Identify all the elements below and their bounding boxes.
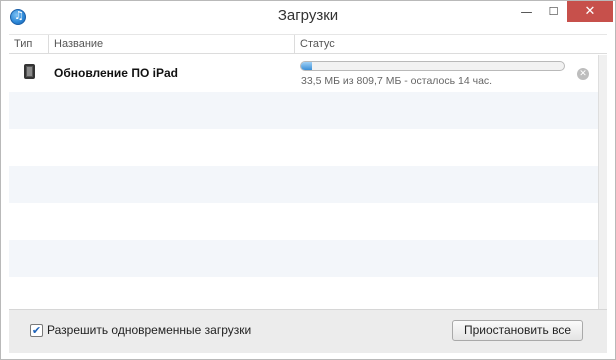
download-progress-fill xyxy=(301,62,312,70)
footer-bar: ✔ Разрешить одновременные загрузки Приос… xyxy=(9,309,607,353)
download-name: Обновление ПО iPad xyxy=(54,66,178,80)
column-header-name[interactable]: Название xyxy=(49,35,295,54)
empty-row xyxy=(9,240,598,277)
title-bar[interactable]: Загрузки — ☐ ✕ xyxy=(1,1,615,32)
column-header-status[interactable]: Статус xyxy=(295,35,598,54)
empty-row xyxy=(9,166,598,203)
empty-row xyxy=(9,277,598,309)
empty-row xyxy=(9,203,598,240)
download-status-text: 33,5 МБ из 809,7 МБ - осталось 14 час. xyxy=(301,75,493,87)
pause-all-button[interactable]: Приостановить все xyxy=(452,320,583,341)
simultaneous-downloads-checkbox[interactable]: ✔ xyxy=(30,324,43,337)
maximize-button[interactable]: ☐ xyxy=(540,1,567,22)
column-header: Тип Название Статус xyxy=(9,34,607,54)
download-row[interactable]: Обновление ПО iPad 33,5 МБ из 809,7 МБ -… xyxy=(9,55,598,92)
column-header-type[interactable]: Тип xyxy=(9,35,49,54)
minimize-button[interactable]: — xyxy=(513,1,540,22)
empty-row xyxy=(9,92,598,129)
close-button[interactable]: ✕ xyxy=(567,1,613,22)
ipad-icon xyxy=(24,64,35,79)
downloads-window: Загрузки — ☐ ✕ Тип Название Статус Обнов… xyxy=(0,0,616,360)
cancel-download-icon[interactable]: ✕ xyxy=(577,68,589,80)
downloads-list: Обновление ПО iPad 33,5 МБ из 809,7 МБ -… xyxy=(9,55,598,309)
vertical-scrollbar[interactable] xyxy=(598,55,607,309)
empty-row xyxy=(9,129,598,166)
download-progress-bar xyxy=(300,61,565,71)
simultaneous-downloads-label[interactable]: Разрешить одновременные загрузки xyxy=(47,323,251,337)
